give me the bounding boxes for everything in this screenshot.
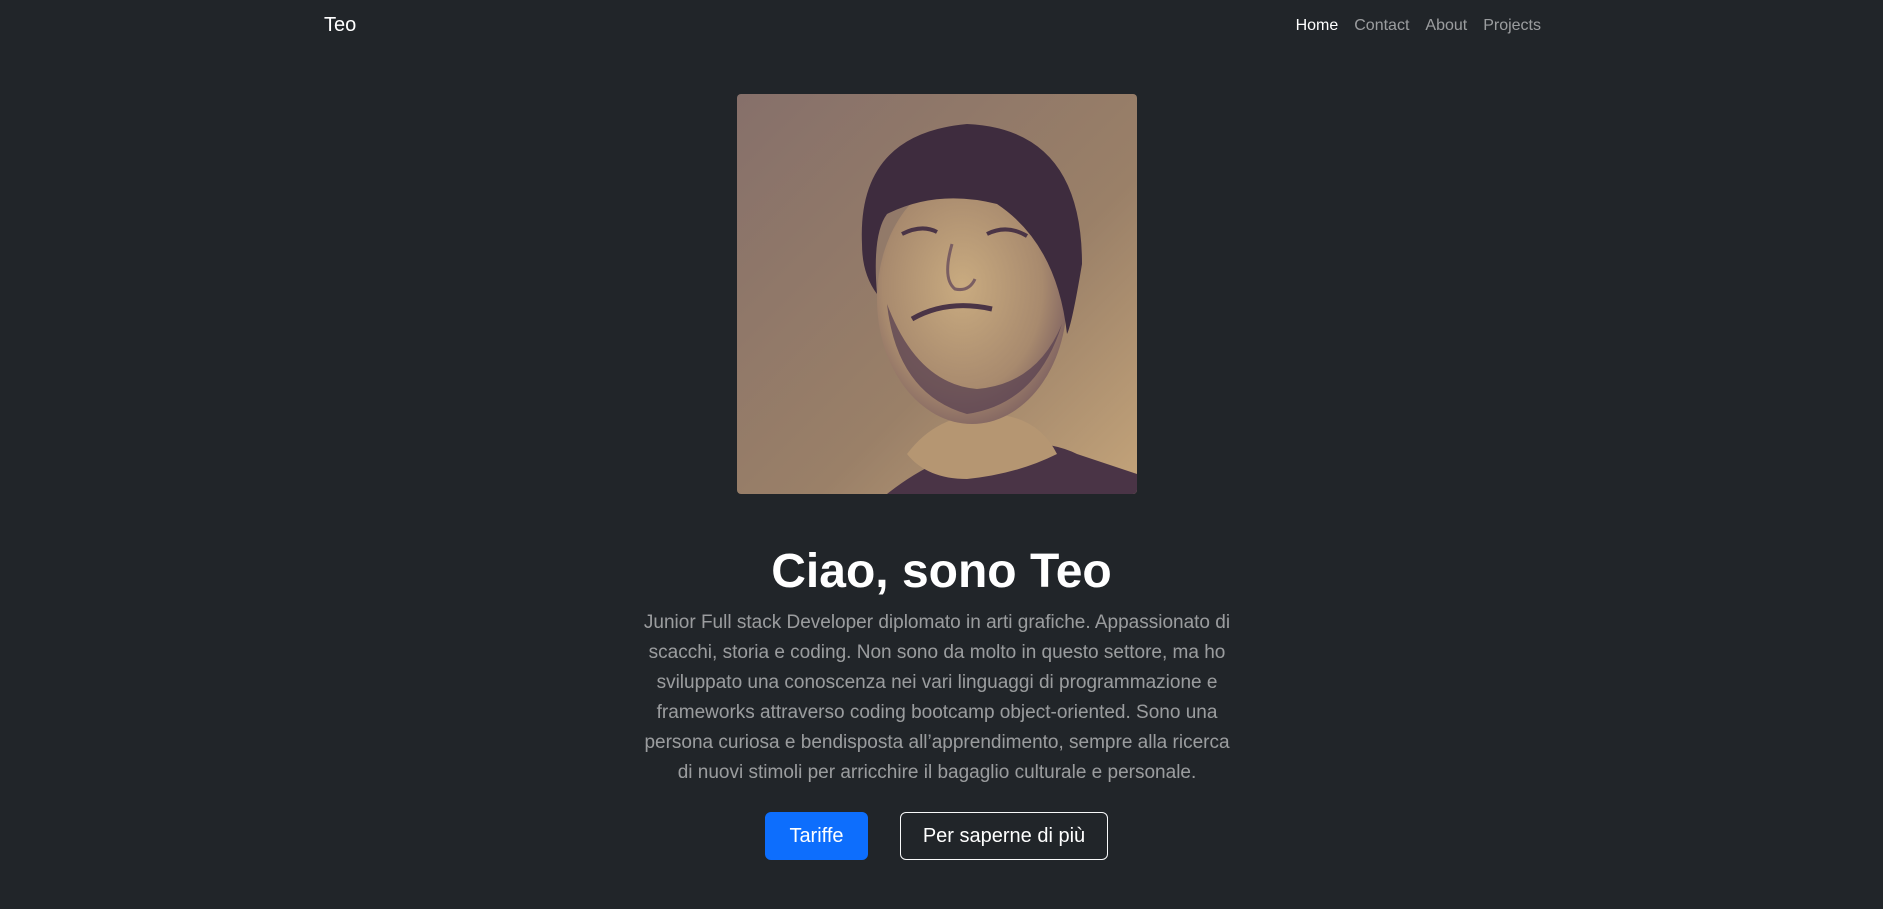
nav-link-projects[interactable]: Projects (1483, 17, 1541, 35)
nav-link-contact[interactable]: Contact (1354, 17, 1409, 35)
navbar: Teo Home Contact About Projects (0, 0, 1883, 54)
page-title: Ciao, sono Teo (771, 545, 1112, 598)
nav-links: Home Contact About Projects (1296, 17, 1541, 35)
pricing-button[interactable]: Tariffe (765, 812, 868, 860)
nav-link-about[interactable]: About (1425, 17, 1467, 35)
learn-more-button[interactable]: Per saperne di più (900, 812, 1108, 860)
profile-photo (737, 94, 1137, 494)
nav-link-home[interactable]: Home (1296, 17, 1339, 35)
brand-logo[interactable]: Teo (324, 14, 356, 37)
hero-description: Junior Full stack Developer diplomato in… (643, 612, 1231, 783)
